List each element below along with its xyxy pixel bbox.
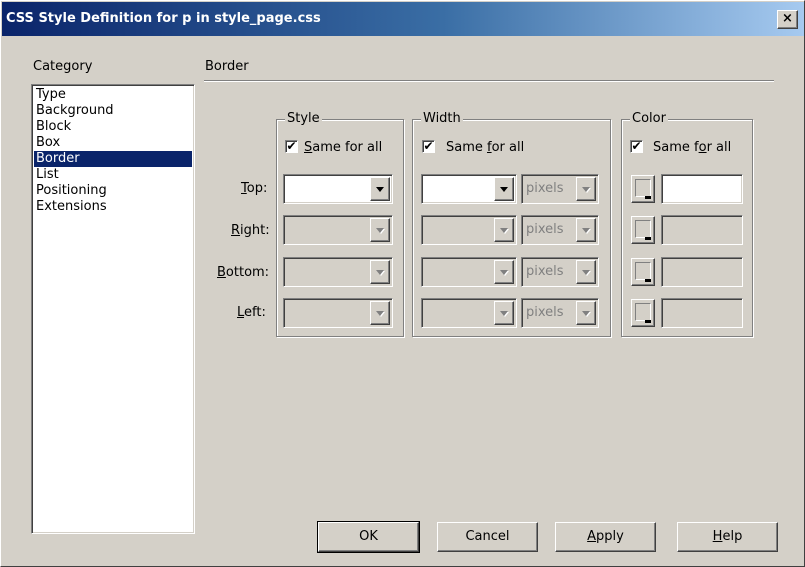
category-list[interactable]: Type Background Block Box Border List Po…: [31, 84, 195, 534]
chevron-down-icon[interactable]: [494, 301, 514, 325]
category-item-border[interactable]: Border: [34, 151, 192, 167]
width-right-unit-select[interactable]: pixels: [521, 215, 599, 245]
color-same-for-all-label[interactable]: Same for all: [653, 140, 731, 155]
chevron-down-icon[interactable]: [494, 177, 514, 201]
style-same-for-all-label[interactable]: Same for all: [304, 140, 382, 155]
style-group-legend: Style: [285, 111, 322, 126]
style-left-select[interactable]: [283, 298, 393, 328]
category-item-block[interactable]: Block: [34, 119, 192, 135]
color-right-field[interactable]: [661, 215, 743, 245]
window-title: CSS Style Definition for p in style_page…: [6, 11, 321, 26]
chevron-down-icon[interactable]: [576, 301, 596, 325]
style-same-for-all-checkbox[interactable]: ✔: [285, 140, 298, 153]
width-bottom-select[interactable]: [421, 257, 517, 287]
help-button[interactable]: Help: [677, 522, 778, 552]
width-top-unit-select[interactable]: pixels: [521, 174, 599, 204]
color-top-field[interactable]: [661, 174, 743, 204]
cancel-button[interactable]: Cancel: [437, 522, 538, 552]
width-bottom-unit-select[interactable]: pixels: [521, 257, 599, 287]
chevron-down-icon[interactable]: [494, 260, 514, 284]
width-group-legend: Width: [421, 111, 463, 126]
width-same-for-all-label[interactable]: Same for all: [446, 140, 524, 155]
category-item-background[interactable]: Background: [34, 103, 192, 119]
width-left-unit-select[interactable]: pixels: [521, 298, 599, 328]
apply-button[interactable]: Apply: [555, 522, 656, 552]
ok-button[interactable]: OK: [317, 521, 420, 553]
category-item-positioning[interactable]: Positioning: [34, 183, 192, 199]
width-left-select[interactable]: [421, 298, 517, 328]
color-picker-icon: [645, 237, 651, 240]
check-icon: ✔: [631, 139, 642, 153]
color-top-picker[interactable]: [631, 175, 655, 203]
category-label: Category: [33, 59, 93, 74]
check-icon: ✔: [286, 139, 297, 153]
color-group-legend: Color: [630, 111, 668, 126]
close-button[interactable]: ×: [777, 10, 798, 29]
chevron-down-icon[interactable]: [576, 260, 596, 284]
color-left-picker[interactable]: [631, 299, 655, 327]
width-same-for-all-checkbox[interactable]: ✔: [422, 140, 435, 153]
check-icon: ✔: [423, 139, 434, 153]
row-label-top: Top:: [241, 181, 268, 196]
color-right-picker[interactable]: [631, 216, 655, 244]
width-right-select[interactable]: [421, 215, 517, 245]
style-right-select[interactable]: [283, 215, 393, 245]
heading-divider: [204, 80, 774, 82]
chevron-down-icon[interactable]: [370, 260, 390, 284]
category-item-list[interactable]: List: [34, 167, 192, 183]
color-picker-icon: [645, 320, 651, 323]
chevron-down-icon[interactable]: [576, 218, 596, 242]
category-item-type[interactable]: Type: [34, 87, 192, 103]
chevron-down-icon[interactable]: [576, 177, 596, 201]
row-label-bottom: Bottom:: [217, 265, 270, 280]
color-picker-icon: [645, 196, 651, 199]
width-top-select[interactable]: [421, 174, 517, 204]
style-top-select[interactable]: [283, 174, 393, 204]
close-icon: ×: [782, 11, 793, 26]
category-item-extensions[interactable]: Extensions: [34, 199, 192, 215]
chevron-down-icon[interactable]: [494, 218, 514, 242]
chevron-down-icon[interactable]: [370, 301, 390, 325]
style-bottom-select[interactable]: [283, 257, 393, 287]
css-style-definition-dialog: CSS Style Definition for p in style_page…: [0, 0, 805, 567]
category-item-box[interactable]: Box: [34, 135, 192, 151]
chevron-down-icon[interactable]: [370, 218, 390, 242]
color-picker-icon: [645, 279, 651, 282]
chevron-down-icon[interactable]: [370, 177, 390, 201]
color-same-for-all-checkbox[interactable]: ✔: [630, 140, 643, 153]
color-left-field[interactable]: [661, 298, 743, 328]
panel-heading: Border: [205, 59, 249, 74]
color-bottom-field[interactable]: [661, 257, 743, 287]
row-label-left: Left:: [237, 305, 266, 320]
title-bar: CSS Style Definition for p in style_page…: [2, 2, 804, 36]
color-bottom-picker[interactable]: [631, 258, 655, 286]
row-label-right: Right:: [231, 223, 270, 238]
